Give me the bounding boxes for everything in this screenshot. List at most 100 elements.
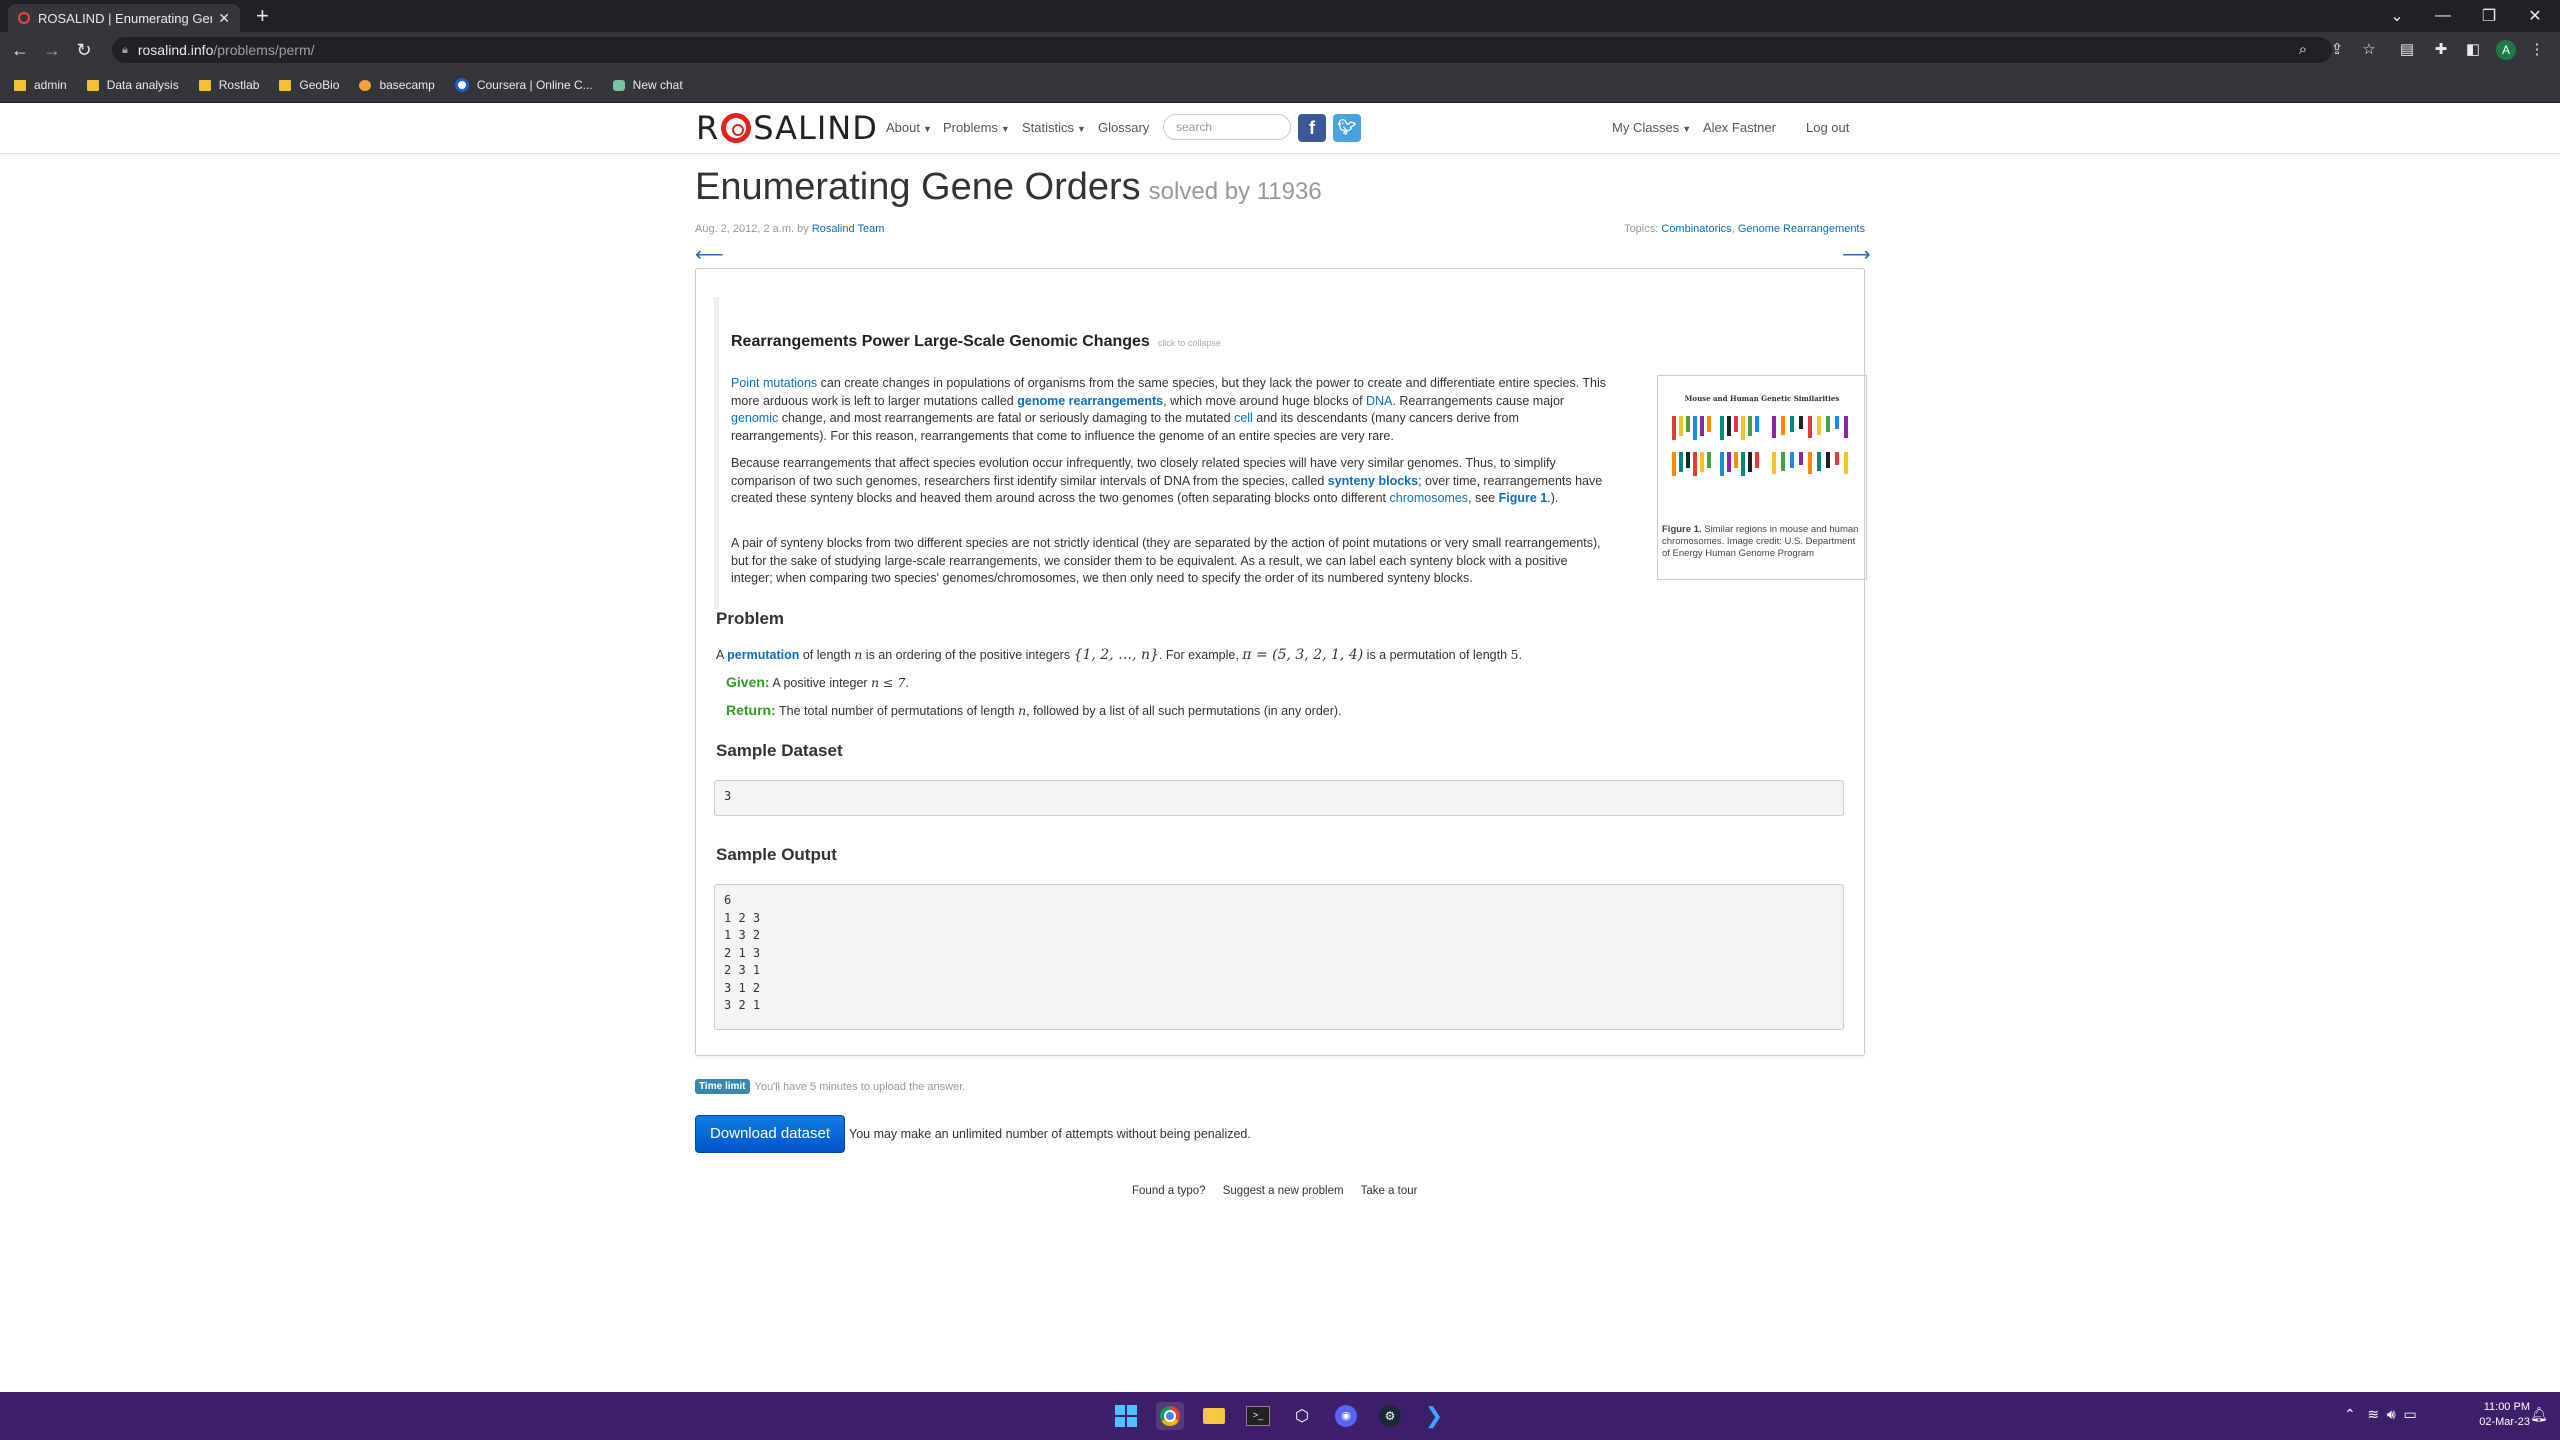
bookmark-basecamp[interactable]: basecamp [359, 78, 435, 92]
url-host: rosalind.info [137, 42, 214, 58]
bookmark-star-icon[interactable]: ☆ [2358, 39, 2380, 61]
restore-button[interactable]: ❐ [2466, 0, 2512, 32]
bookmark-geobio[interactable]: GeoBio [279, 78, 339, 92]
download-dataset-button[interactable]: Download dataset [695, 1115, 845, 1153]
human-chromosome-bar [1799, 452, 1803, 465]
chrome-icon [1160, 1406, 1180, 1426]
search-input[interactable]: search [1163, 114, 1291, 140]
bookmark-coursera[interactable]: Coursera | Online C... [454, 78, 593, 92]
link-permutation[interactable]: permutation [727, 648, 799, 662]
terminal-icon[interactable]: >_ [1244, 1402, 1272, 1430]
collapse-toggle[interactable]: click to collapse [1158, 338, 1221, 348]
return-label: Return: [726, 702, 776, 718]
link-synteny-blocks[interactable]: synteny blocks [1328, 474, 1418, 488]
chevron-up-icon[interactable]: ⌃ [2344, 1406, 2356, 1422]
twitter-icon[interactable]: 🐦︎ [1333, 114, 1361, 142]
unity-icon[interactable]: ⬡ [1288, 1402, 1316, 1430]
nav-user[interactable]: Alex Fastner [1703, 120, 1776, 135]
vscode-icon[interactable]: ❯ [1420, 1402, 1448, 1430]
topic-link-combinatorics[interactable]: Combinatorics [1661, 223, 1731, 235]
link-genome-rearrangements[interactable]: genome rearrangements [1017, 394, 1163, 408]
human-chromosome-bar [1790, 452, 1794, 468]
next-problem-arrow-icon[interactable]: ⟶ [1842, 242, 1871, 267]
sample-dataset-box[interactable]: 3 [714, 780, 1844, 816]
menu-icon[interactable]: ⋮ [2526, 39, 2548, 61]
battery-icon[interactable]: ▭ [2404, 1406, 2417, 1422]
sample-output-box[interactable]: 6 1 2 3 1 3 2 2 1 3 2 3 1 3 1 2 3 2 1 [714, 884, 1844, 1030]
terminal-glyph: >_ [1246, 1406, 1270, 1426]
footer-link-tour[interactable]: Take a tour [1361, 1185, 1418, 1197]
nav-logout[interactable]: Log out [1806, 120, 1849, 135]
reload-icon[interactable]: ↻ [72, 38, 96, 62]
human-chromosome-bar [1817, 452, 1821, 471]
mouse-chromosome-bar [1707, 452, 1711, 468]
windows-taskbar: >_ ⬡ ◉ ⚙ ❯ ⌃ ≋ 🔊︎ ▭ 11:00 PM 02-Mar-23 🔔… [0, 1392, 2560, 1440]
nav-about[interactable]: About ▼ [886, 120, 932, 135]
share-icon[interactable]: ⇪ [2326, 39, 2348, 61]
chromosome-bars-icon [1672, 416, 1848, 476]
mouse-chromosome-bar [1700, 452, 1704, 472]
close-tab-icon[interactable]: ✕ [218, 10, 230, 27]
link-chromosomes[interactable]: chromosomes [1390, 491, 1469, 505]
link-genomic[interactable]: genomic [731, 411, 778, 425]
facebook-icon[interactable]: f [1298, 114, 1326, 142]
start-menu-icon[interactable] [1112, 1402, 1140, 1430]
browser-tab[interactable]: ROSALIND | Enumerating Gene C ✕ [8, 4, 240, 32]
clock[interactable]: 11:00 PM 02-Mar-23 [2460, 1400, 2530, 1430]
nav-my-classes[interactable]: My Classes ▼ [1612, 120, 1691, 135]
link-dna[interactable]: DNA [1366, 394, 1392, 408]
extensions-icon[interactable]: ✚ [2430, 39, 2452, 61]
close-window-button[interactable]: ✕ [2512, 0, 2558, 32]
volume-icon[interactable]: 🔊︎ [2387, 1406, 2396, 1422]
mouse-chromosome-bar [1727, 452, 1731, 472]
wifi-icon[interactable]: ≋ [2367, 1406, 2379, 1422]
footer-link-typo[interactable]: Found a typo? [1132, 1185, 1206, 1197]
nav-statistics[interactable]: Statistics ▼ [1022, 120, 1086, 135]
reader-icon[interactable]: ▤ [2396, 39, 2418, 61]
minimize-button[interactable]: — [2420, 0, 2466, 32]
forward-icon[interactable]: → [40, 38, 64, 62]
folder-icon [279, 79, 292, 91]
topic-link-genome-rearrangements[interactable]: Genome Rearrangements [1738, 223, 1865, 235]
new-tab-button[interactable]: + [256, 3, 269, 29]
rosalind-wheel-icon [721, 113, 752, 143]
chevron-down-icon: ▼ [1682, 124, 1692, 134]
rosalind-logo[interactable]: R SALIND [696, 109, 878, 147]
bookmark-new-chat[interactable]: New chat [612, 78, 683, 92]
prev-problem-arrow-icon[interactable]: ⟵ [695, 242, 724, 267]
bookmark-rostlab[interactable]: Rostlab [198, 78, 259, 92]
notification-bell-icon[interactable]: 🔔︎ [2530, 1406, 2548, 1423]
side-panel-icon[interactable]: ◧ [2462, 39, 2484, 61]
chrome-taskbar-icon[interactable] [1156, 1402, 1184, 1430]
author-link[interactable]: Rosalind Team [812, 223, 885, 235]
link-figure-1[interactable]: Figure 1 [1499, 491, 1548, 505]
chromosome-figure-image[interactable]: Mouse and Human Genetic Similarities [1662, 380, 1862, 520]
mouse-chromosome-bar [1720, 416, 1724, 440]
intro-title[interactable]: Rearrangements Power Large-Scale Genomic… [731, 333, 1221, 351]
omnibox[interactable]: 🔒︎ rosalind.info/problems/perm/ [112, 37, 2332, 63]
nav-problems[interactable]: Problems ▼ [943, 120, 1010, 135]
mouse-chromosome-bar [1720, 452, 1724, 476]
basecamp-icon [359, 79, 372, 91]
profile-avatar[interactable]: A [2496, 40, 2516, 60]
footer-link-suggest[interactable]: Suggest a new problem [1223, 1185, 1344, 1197]
zoom-icon[interactable]: ⌕ [2292, 39, 2314, 61]
link-point-mutations[interactable]: Point mutations [731, 376, 817, 390]
tab-search-icon[interactable]: ⌄ [2374, 0, 2420, 32]
math-set: {1, 2, …, n} [1073, 647, 1159, 663]
time-limit-text: You'll have 5 minutes to upload the answ… [754, 1080, 966, 1093]
lock-icon[interactable]: 🔒︎ [122, 44, 128, 57]
link-cell[interactable]: cell [1234, 411, 1253, 425]
discord-icon[interactable]: ◉ [1332, 1402, 1360, 1430]
file-explorer-icon[interactable] [1200, 1402, 1228, 1430]
return-line: Return: The total number of permutations… [726, 702, 1342, 718]
back-icon[interactable]: ← [8, 38, 32, 62]
nav-my-classes-label: My Classes [1612, 120, 1680, 135]
steam-icon[interactable]: ⚙ [1376, 1402, 1404, 1430]
bookmark-data-analysis[interactable]: Data analysis [86, 78, 179, 92]
text: .). [1547, 491, 1559, 505]
nav-glossary[interactable]: Glossary [1098, 120, 1149, 135]
human-chromosome-bar [1772, 416, 1776, 438]
mouse-chromosome-bar [1679, 416, 1683, 436]
bookmark-admin[interactable]: admin [14, 78, 67, 92]
